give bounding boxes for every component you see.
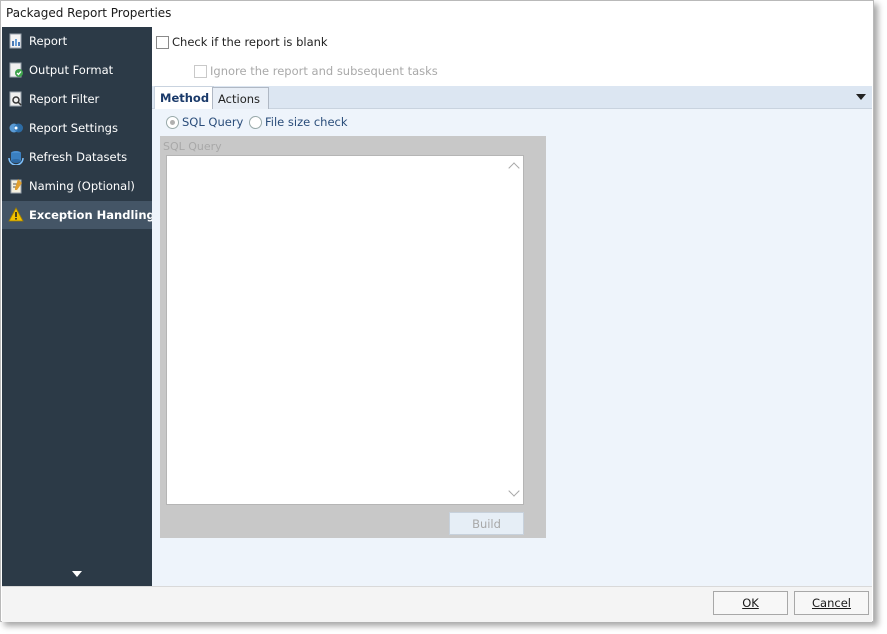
sql-query-group-label: SQL Query <box>163 140 222 153</box>
sidebar: Report Output Format Report Filter Repor… <box>2 27 155 587</box>
sidebar-item-label: Exception Handling <box>29 208 155 222</box>
sql-query-textarea[interactable] <box>166 155 524 505</box>
sidebar-item-exception-handling[interactable]: Exception Handling <box>2 201 155 229</box>
sidebar-item-report[interactable]: Report <box>2 27 152 55</box>
tab-actions[interactable]: Actions <box>212 87 269 109</box>
ignore-report-label: Ignore the report and subsequent tasks <box>210 64 438 78</box>
ok-button[interactable]: OK <box>713 591 788 615</box>
settings-icon <box>8 120 24 136</box>
dialog-window: Packaged Report Properties Report Output… <box>0 0 874 622</box>
sql-query-group: SQL Query Build <box>160 136 546 538</box>
build-button[interactable]: Build <box>449 512 524 535</box>
sidebar-item-label: Report Settings <box>29 121 118 135</box>
sql-query-radio-label: SQL Query <box>182 115 244 129</box>
naming-icon <box>8 178 24 194</box>
sidebar-item-label: Report Filter <box>29 92 100 106</box>
sidebar-scroll-down-icon[interactable] <box>72 571 82 577</box>
tab-strip: Method Actions <box>152 86 872 109</box>
warning-icon <box>8 207 24 223</box>
ignore-report-checkbox[interactable] <box>194 65 207 78</box>
sidebar-item-label: Output Format <box>29 63 114 77</box>
content-area: Check if the report is blank Ignore the … <box>152 27 872 586</box>
sidebar-item-label: Naming (Optional) <box>29 179 135 193</box>
sql-query-radio[interactable] <box>166 116 179 129</box>
sidebar-item-label: Report <box>29 34 68 48</box>
tab-dropdown-icon[interactable] <box>856 94 866 100</box>
scroll-down-icon[interactable] <box>508 485 520 497</box>
cancel-button[interactable]: Cancel <box>794 591 869 615</box>
blank-report-label: Check if the report is blank <box>172 35 328 49</box>
file-size-radio-label: File size check <box>265 115 348 129</box>
report-icon <box>8 33 24 49</box>
blank-report-checkbox[interactable] <box>156 36 169 49</box>
sidebar-item-label: Refresh Datasets <box>29 150 128 164</box>
dialog-footer: OK Cancel <box>2 586 872 622</box>
sidebar-item-report-settings[interactable]: Report Settings <box>2 114 152 142</box>
file-size-radio[interactable] <box>249 116 262 129</box>
scroll-up-icon[interactable] <box>508 162 520 174</box>
sidebar-item-naming[interactable]: Naming (Optional) <box>2 172 152 200</box>
method-panel: SQL Query File size check SQL Query Buil… <box>152 109 872 586</box>
window-title: Packaged Report Properties <box>6 6 172 20</box>
output-format-icon <box>8 62 24 78</box>
sql-scrollbar[interactable] <box>506 156 522 503</box>
sidebar-item-output-format[interactable]: Output Format <box>2 56 152 84</box>
tab-method[interactable]: Method <box>154 86 214 109</box>
sidebar-item-report-filter[interactable]: Report Filter <box>2 85 152 113</box>
sidebar-item-refresh-datasets[interactable]: Refresh Datasets <box>2 143 152 171</box>
filter-icon <box>8 91 24 107</box>
refresh-icon <box>8 149 24 166</box>
